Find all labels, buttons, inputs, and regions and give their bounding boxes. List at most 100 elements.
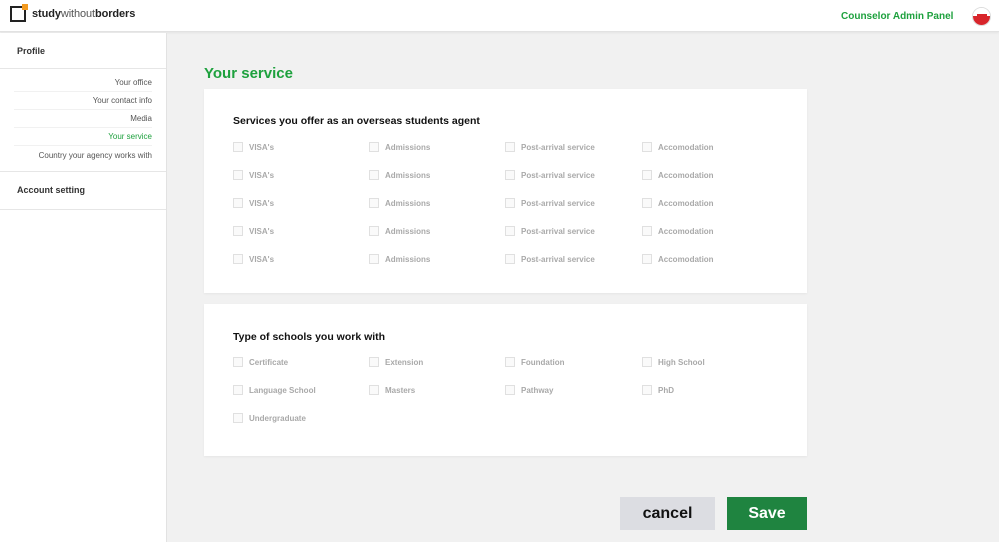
option-language-school[interactable]: Language School (233, 384, 316, 396)
checkbox[interactable] (505, 226, 515, 236)
sidebar-item-your-office[interactable]: Your office (115, 78, 152, 87)
checkbox[interactable] (369, 170, 379, 180)
checkbox-label: Admissions (385, 198, 431, 208)
checkbox[interactable] (642, 170, 652, 180)
sidebar-item-countries[interactable]: Country your agency works with (39, 151, 152, 160)
checkbox-label: Post-arrival service (521, 142, 595, 152)
checkbox-label: Masters (385, 385, 416, 395)
checkbox-label: Accomodation (658, 170, 714, 180)
checkbox-label: VISA's (249, 142, 275, 152)
checkbox[interactable] (505, 170, 515, 180)
option-visa-s[interactable]: VISA's (233, 197, 274, 209)
checkbox[interactable] (505, 254, 515, 264)
sidebar-item-contact-info[interactable]: Your contact info (93, 96, 152, 105)
option-admissions[interactable]: Admissions (369, 141, 430, 153)
option-accomodation[interactable]: Accomodation (642, 225, 714, 237)
option-masters[interactable]: Masters (369, 384, 415, 396)
divider (14, 91, 152, 92)
option-admissions[interactable]: Admissions (369, 169, 430, 181)
avatar[interactable] (972, 7, 991, 26)
option-pathway[interactable]: Pathway (505, 384, 553, 396)
services-title: Services you offer as an overseas studen… (233, 115, 480, 127)
logo[interactable]: studywithoutborders (10, 4, 136, 22)
option-accomodation[interactable]: Accomodation (642, 253, 714, 265)
checkbox[interactable] (233, 226, 243, 236)
top-bar: studywithoutborders Counselor Admin Pane… (0, 0, 999, 32)
option-extension[interactable]: Extension (369, 356, 423, 368)
checkbox[interactable] (233, 142, 243, 152)
checkbox-label: Accomodation (658, 254, 714, 264)
checkbox[interactable] (233, 170, 243, 180)
divider (0, 68, 166, 69)
sidebar-item-media[interactable]: Media (130, 114, 152, 123)
checkbox-label: Post-arrival service (521, 198, 595, 208)
checkbox-label: Language School (249, 385, 316, 395)
page-title: Your service (204, 65, 293, 82)
checkbox[interactable] (505, 142, 515, 152)
option-high-school[interactable]: High School (642, 356, 705, 368)
checkbox-label: Post-arrival service (521, 254, 595, 264)
checkbox[interactable] (642, 226, 652, 236)
checkbox[interactable] (505, 198, 515, 208)
checkbox[interactable] (233, 357, 243, 367)
checkbox-label: Pathway (521, 385, 554, 395)
option-foundation[interactable]: Foundation (505, 356, 565, 368)
checkbox[interactable] (233, 385, 243, 395)
sidebar-heading-profile[interactable]: Profile (17, 46, 45, 56)
checkbox-label: Extension (385, 357, 424, 367)
checkbox-label: VISA's (249, 226, 275, 236)
option-visa-s[interactable]: VISA's (233, 253, 274, 265)
schools-card: Type of schools you work with Certificat… (204, 304, 807, 456)
option-undergraduate[interactable]: Undergraduate (233, 412, 306, 424)
sidebar-heading-account[interactable]: Account setting (17, 185, 85, 195)
option-post-arrival-service[interactable]: Post-arrival service (505, 225, 595, 237)
option-certificate[interactable]: Certificate (233, 356, 288, 368)
option-admissions[interactable]: Admissions (369, 197, 430, 209)
checkbox-label: VISA's (249, 170, 275, 180)
option-accomodation[interactable]: Accomodation (642, 169, 714, 181)
panel-title: Counselor Admin Panel (841, 11, 954, 22)
option-post-arrival-service[interactable]: Post-arrival service (505, 253, 595, 265)
option-visa-s[interactable]: VISA's (233, 169, 274, 181)
option-post-arrival-service[interactable]: Post-arrival service (505, 169, 595, 181)
checkbox[interactable] (369, 198, 379, 208)
option-post-arrival-service[interactable]: Post-arrival service (505, 197, 595, 209)
option-phd[interactable]: PhD (642, 384, 674, 396)
checkbox-label: Accomodation (658, 226, 714, 236)
checkbox-label: Foundation (521, 357, 565, 367)
save-button[interactable]: Save (727, 497, 807, 530)
checkbox[interactable] (233, 198, 243, 208)
checkbox-label: Undergraduate (249, 413, 306, 423)
checkbox[interactable] (369, 385, 379, 395)
checkbox[interactable] (505, 357, 515, 367)
logo-text: studywithoutborders (32, 8, 136, 20)
option-visa-s[interactable]: VISA's (233, 141, 274, 153)
logo-mark-icon (10, 4, 28, 22)
checkbox[interactable] (642, 198, 652, 208)
checkbox[interactable] (369, 254, 379, 264)
option-post-arrival-service[interactable]: Post-arrival service (505, 141, 595, 153)
schools-title: Type of schools you work with (233, 331, 386, 343)
checkbox[interactable] (233, 413, 243, 423)
option-visa-s[interactable]: VISA's (233, 225, 274, 237)
checkbox-label: Accomodation (658, 198, 714, 208)
checkbox[interactable] (505, 385, 515, 395)
checkbox[interactable] (233, 254, 243, 264)
checkbox[interactable] (369, 357, 379, 367)
option-accomodation[interactable]: Accomodation (642, 141, 714, 153)
divider (0, 171, 166, 172)
checkbox[interactable] (369, 226, 379, 236)
cancel-button[interactable]: cancel (620, 497, 715, 530)
checkbox[interactable] (642, 385, 652, 395)
option-accomodation[interactable]: Accomodation (642, 197, 714, 209)
checkbox[interactable] (642, 357, 652, 367)
checkbox-label: VISA's (249, 198, 275, 208)
checkbox[interactable] (369, 142, 379, 152)
checkbox[interactable] (642, 142, 652, 152)
checkbox[interactable] (642, 254, 652, 264)
option-admissions[interactable]: Admissions (369, 253, 430, 265)
checkbox-label: Admissions (385, 226, 431, 236)
divider (14, 145, 152, 146)
sidebar-item-your-service[interactable]: Your service (108, 132, 152, 141)
option-admissions[interactable]: Admissions (369, 225, 430, 237)
